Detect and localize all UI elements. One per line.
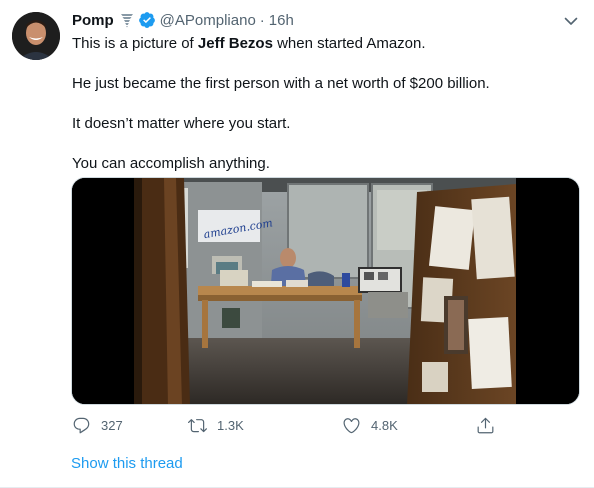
- author-handle[interactable]: @APompliano: [160, 12, 256, 29]
- retweet-count: 1.3K: [217, 417, 244, 433]
- tweet-actions: 327 1.3K 4.8K: [72, 414, 502, 436]
- reply-icon: [73, 417, 90, 433]
- avatar[interactable]: [12, 12, 60, 60]
- like-icon: [343, 417, 360, 433]
- share-button[interactable]: [476, 414, 505, 436]
- verified-badge-icon: [138, 11, 156, 29]
- tweet-text: This is a picture of Jeff Bezos when sta…: [72, 34, 582, 174]
- share-icon: [477, 417, 494, 433]
- tweet-card[interactable]: Pomp @APompliano · 16h This is a picture…: [0, 0, 594, 488]
- like-button[interactable]: 4.8K: [342, 414, 398, 436]
- reply-count: 327: [101, 417, 123, 433]
- retweet-button[interactable]: 1.3K: [188, 414, 244, 436]
- tweet-paragraph-2: He just became the first person with a n…: [72, 75, 490, 92]
- tweet-paragraph-1: This is a picture of Jeff Bezos when sta…: [72, 34, 582, 54]
- tweet-paragraph-4: You can accomplish anything.: [72, 155, 270, 172]
- avatar-image: [12, 12, 60, 60]
- office-photo: amazon.com: [72, 178, 579, 404]
- show-thread-link[interactable]: Show this thread: [71, 455, 183, 472]
- tweet-header: Pomp @APompliano · 16h: [72, 10, 294, 30]
- tornado-icon: [119, 12, 135, 28]
- author-name[interactable]: Pomp: [72, 12, 114, 29]
- chevron-down-icon[interactable]: [562, 12, 580, 30]
- separator-dot: ·: [259, 11, 265, 29]
- reply-button[interactable]: 327: [72, 414, 123, 436]
- like-count: 4.8K: [371, 417, 398, 433]
- retweet-icon: [188, 418, 207, 432]
- timestamp[interactable]: 16h: [269, 12, 294, 29]
- tweet-media[interactable]: amazon.com: [71, 177, 580, 405]
- tweet-paragraph-3: It doesn’t matter where you start.: [72, 115, 291, 132]
- tweet-bold-name: Jeff Bezos: [197, 35, 273, 52]
- tweet-text-segment: This is a picture of: [72, 35, 198, 52]
- tweet-text-segment: when started Amazon.: [272, 35, 426, 52]
